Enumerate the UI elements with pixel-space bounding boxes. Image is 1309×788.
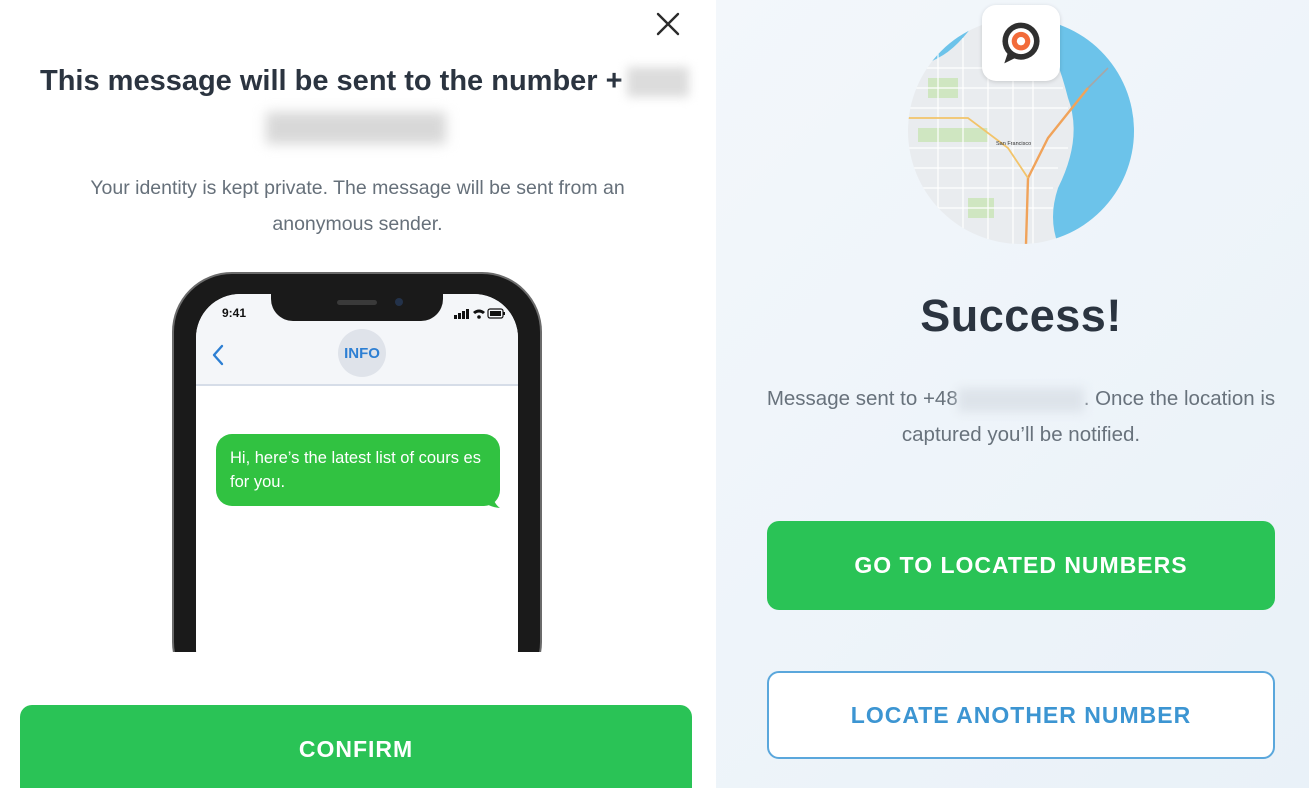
phone-screen: 9:41 INFO Hi, here’s the latest list of … — [196, 294, 518, 694]
phone-notch — [271, 294, 443, 321]
status-bar-icons — [454, 308, 505, 319]
app-logo — [982, 5, 1060, 81]
close-button[interactable] — [652, 8, 684, 40]
dialog-title: This message will be sent to the number … — [40, 62, 700, 100]
confirm-button[interactable]: CONFIRM — [20, 705, 692, 788]
back-chevron-icon[interactable] — [210, 344, 226, 366]
redacted-number-line — [266, 112, 446, 144]
confirm-dialog: This message will be sent to the number … — [0, 0, 716, 788]
success-message: Message sent to +48. Once the location i… — [766, 381, 1276, 453]
close-icon — [656, 12, 680, 36]
success-panel: San Francisco Success! Message sent to +… — [716, 0, 1309, 788]
go-to-located-numbers-button[interactable]: GO TO LOCATED NUMBERS — [767, 521, 1275, 610]
dialog-title-text: This message will be sent to the number … — [40, 65, 623, 97]
location-pin-logo-icon — [1002, 22, 1040, 64]
message-bubble-tail — [482, 494, 500, 508]
phone-speaker — [337, 300, 377, 305]
contact-avatar: INFO — [338, 329, 386, 377]
map-city-label: San Francisco — [996, 141, 1031, 147]
status-time: 9:41 — [222, 306, 247, 320]
success-heading: Success! — [920, 290, 1122, 341]
message-bubble: Hi, here’s the latest list of cours es f… — [216, 434, 500, 506]
locate-another-number-button[interactable]: LOCATE ANOTHER NUMBER — [767, 671, 1275, 759]
privacy-note: Your identity is kept private. The messa… — [90, 177, 625, 235]
redacted-number — [957, 387, 1084, 412]
phone-illustration: 9:41 INFO Hi, here’s the latest list of … — [172, 272, 542, 702]
redacted-number-part — [626, 67, 689, 98]
phone-camera — [395, 298, 403, 306]
success-message-prefix: Message sent to +48 — [766, 387, 958, 410]
